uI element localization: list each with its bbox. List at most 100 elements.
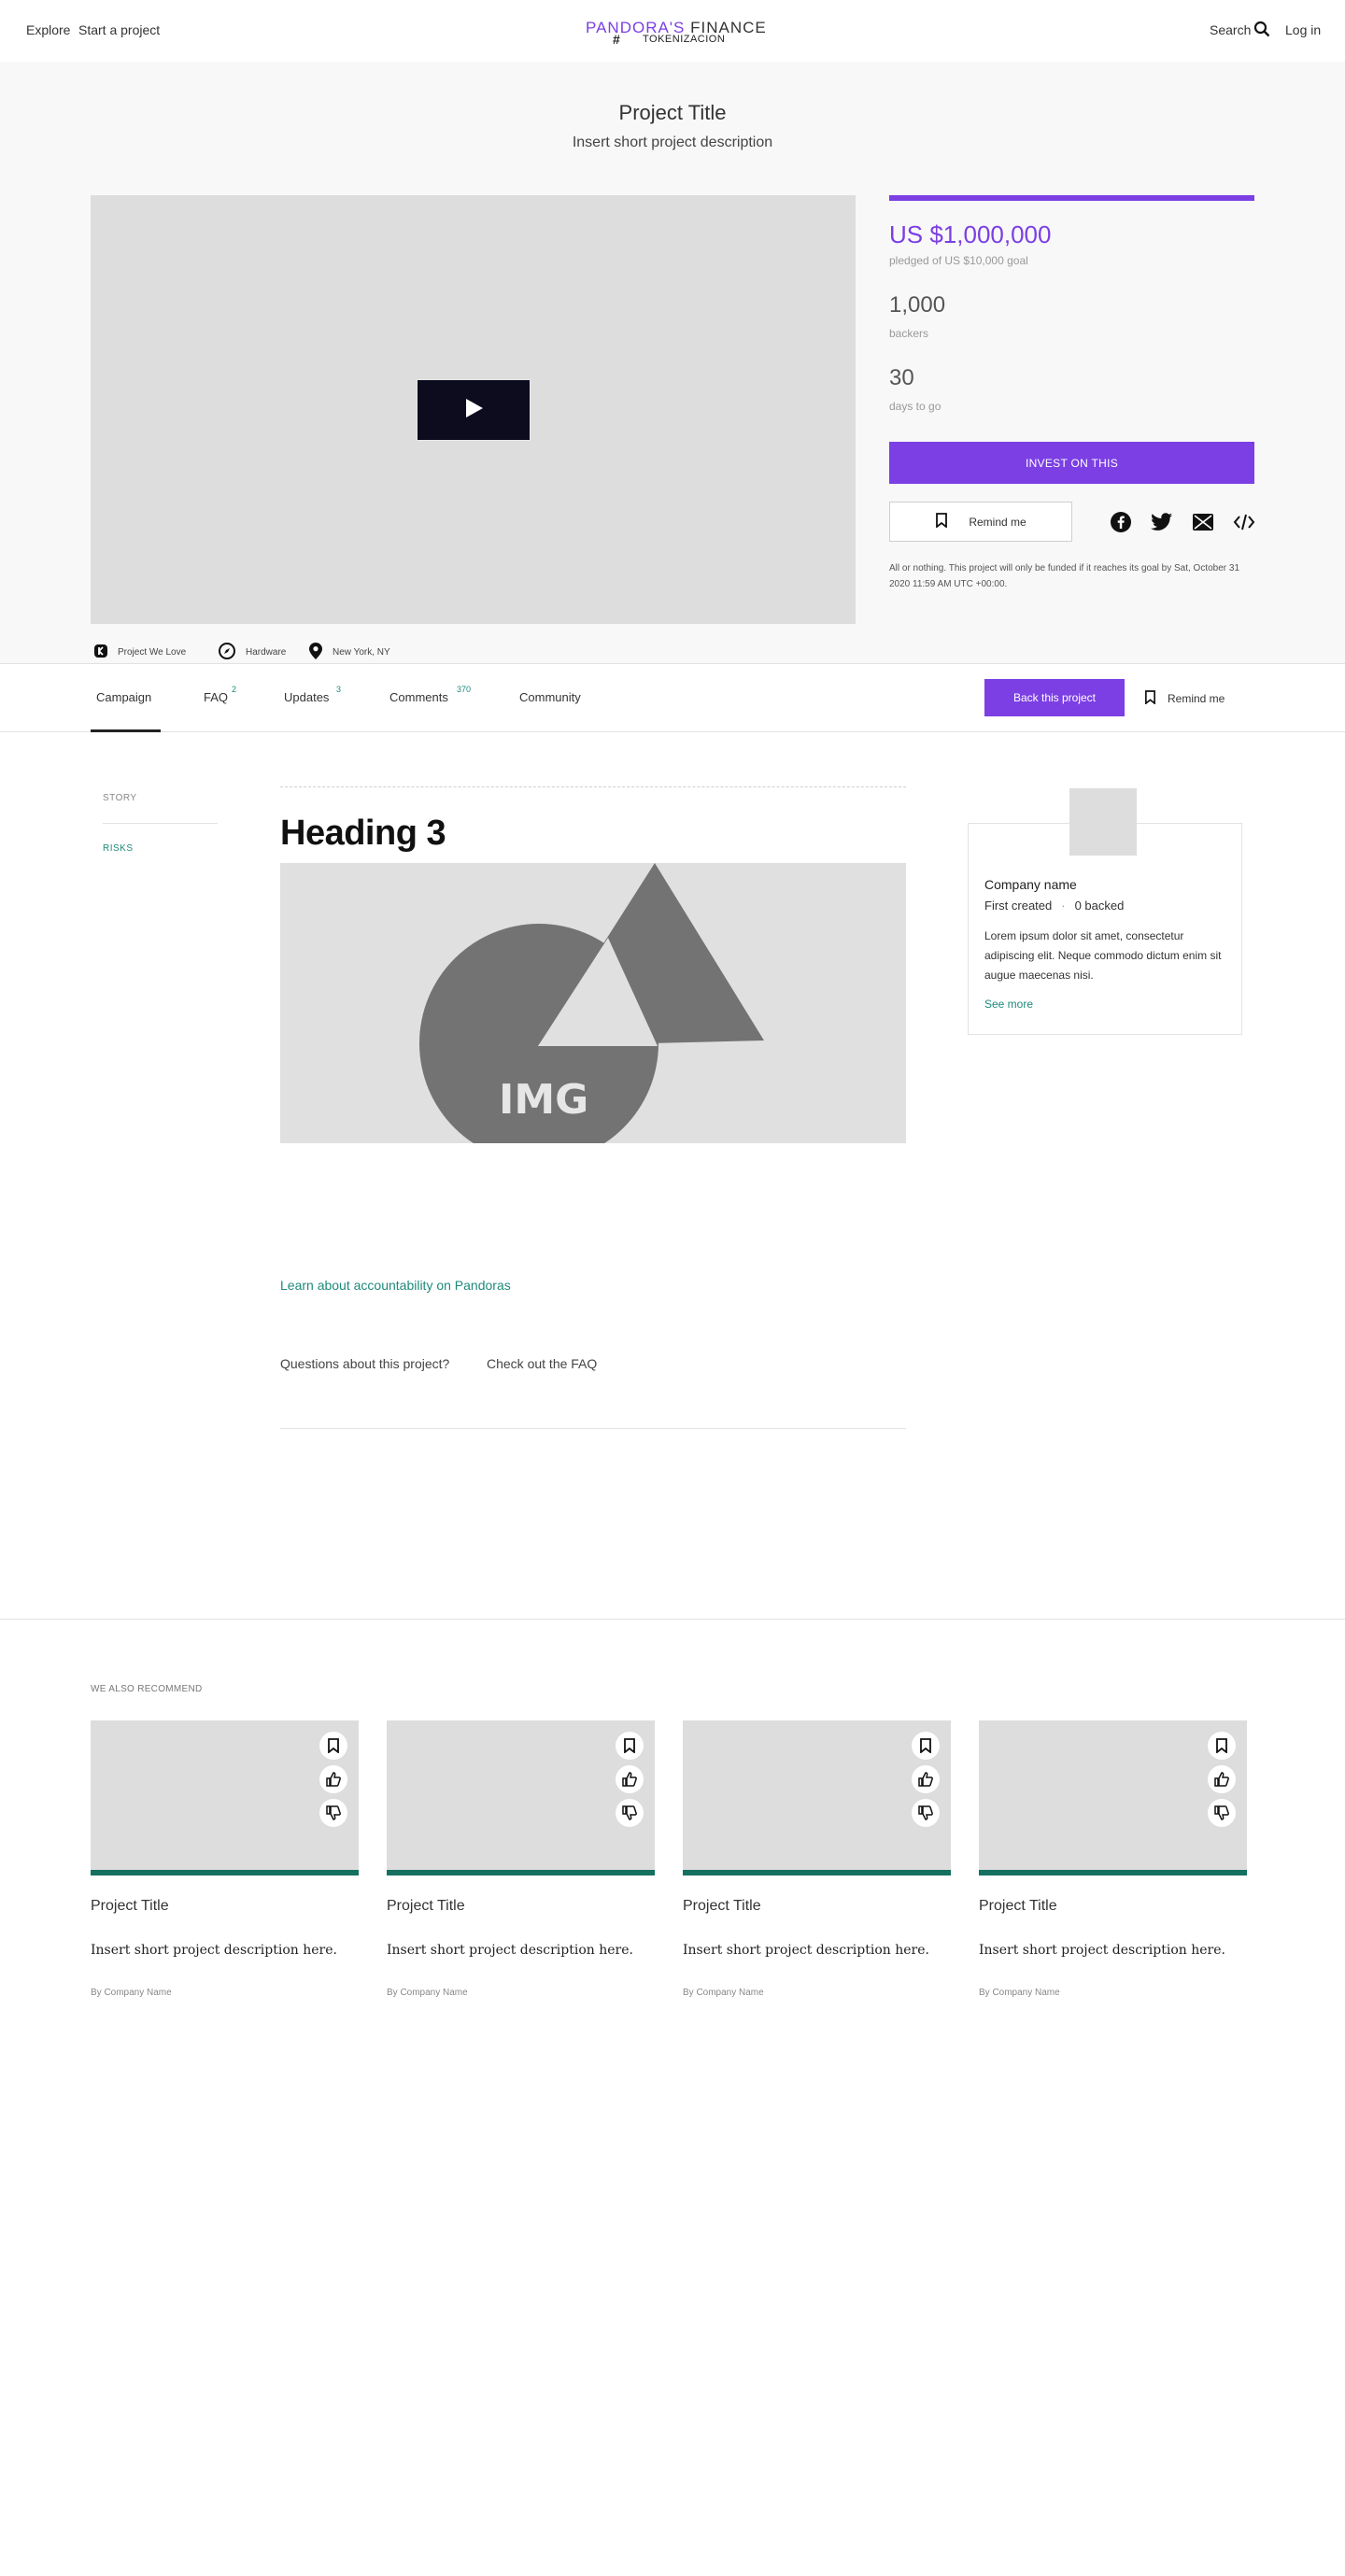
company-meta: First created · 0 backed	[984, 899, 1124, 913]
recommend-card-description: Insert short project description here.	[91, 1943, 337, 1958]
thumbs-up-icon[interactable]	[912, 1765, 940, 1793]
logo-subtitle: TOKENIZACION	[643, 34, 726, 45]
location-label: New York, NY	[333, 646, 390, 658]
bookmark-icon[interactable]	[319, 1732, 347, 1760]
thumbs-up-icon[interactable]	[1208, 1765, 1236, 1793]
tab-faq-label: FAQ	[204, 690, 229, 704]
faq-count: 2	[232, 685, 237, 694]
tab-updates-label: Updates	[284, 690, 330, 704]
recommend-card-title[interactable]: Project Title	[387, 1898, 465, 1915]
tab-comments[interactable]: Comments 370	[389, 685, 471, 704]
project-tab-bar: Campaign FAQ 2 Updates 3 Comments 370 Co…	[0, 663, 1345, 732]
company-description: Lorem ipsum dolor sit amet, consectetur …	[984, 929, 1222, 982]
location-tag[interactable]: New York, NY	[308, 642, 390, 663]
bookmark-icon[interactable]	[912, 1732, 940, 1760]
thumbs-up-icon[interactable]	[616, 1765, 644, 1793]
thumbs-down-icon[interactable]	[912, 1799, 940, 1827]
search-icon[interactable]	[1253, 21, 1270, 37]
thumbs-down-icon[interactable]	[319, 1799, 347, 1827]
active-tab-underline	[91, 729, 161, 732]
recommend-card-image	[91, 1720, 359, 1870]
bookmark-icon	[935, 513, 948, 531]
invest-button[interactable]: INVEST ON THIS	[889, 442, 1254, 484]
content-dotted-divider	[280, 786, 906, 787]
company-avatar	[1069, 788, 1137, 856]
bookmark-icon[interactable]	[1208, 1732, 1236, 1760]
comments-count: 370	[457, 685, 472, 694]
tab-comments-label: Comments	[389, 690, 448, 704]
img-label: IMG	[499, 1076, 589, 1124]
recommend-card-description: Insert short project description here.	[387, 1943, 633, 1958]
recommend-divider	[0, 1619, 1345, 1620]
pledged-goal: pledged of US $10,000 goal	[889, 254, 1028, 267]
backers-label: backers	[889, 327, 929, 340]
start-project-link[interactable]: Start a project	[78, 22, 160, 37]
recommend-card-title[interactable]: Project Title	[91, 1898, 169, 1915]
recommend-card-title[interactable]: Project Title	[979, 1898, 1057, 1915]
pledged-amount: US $1,000,000	[889, 220, 1052, 248]
location-pin-icon	[308, 642, 323, 663]
explore-link[interactable]: Explore	[26, 22, 70, 37]
tab-faq[interactable]: FAQ 2	[204, 685, 236, 704]
updates-count: 3	[336, 685, 342, 694]
logo-hash-icon: #	[613, 32, 620, 47]
funding-progress-bar	[889, 195, 1254, 201]
project-title: Project Title	[618, 101, 727, 124]
recommend-card-description: Insert short project description here.	[683, 1943, 929, 1958]
recommend-card-progress	[979, 1870, 1247, 1875]
compass-icon	[218, 642, 236, 663]
recommend-card-image	[387, 1720, 655, 1870]
kickstarter-k-icon	[93, 644, 108, 661]
tab-updates[interactable]: Updates 3	[284, 685, 341, 704]
company-name[interactable]: Company name	[984, 877, 1077, 892]
thumbs-down-icon[interactable]	[616, 1799, 644, 1827]
faq-link[interactable]: Check out the FAQ	[487, 1356, 597, 1371]
play-icon	[463, 398, 484, 423]
remind-me-link-label: Remind me	[1168, 692, 1225, 705]
facebook-icon[interactable]	[1110, 511, 1132, 533]
project-we-love-tag[interactable]: Project We Love	[93, 643, 186, 661]
thumbs-down-icon[interactable]	[1208, 1799, 1236, 1827]
funding-note: All or nothing. This project will only b…	[889, 563, 1240, 589]
recommend-card-description: Insert short project description here.	[979, 1943, 1225, 1958]
remind-me-link[interactable]: Remind me	[1144, 690, 1225, 707]
top-navbar: Explore Start a project PANDORA'S FINANC…	[0, 0, 1345, 62]
recommend-card-progress	[683, 1870, 951, 1875]
side-nav-divider	[103, 823, 218, 824]
embed-code-icon[interactable]	[1233, 511, 1255, 533]
thumbs-up-icon[interactable]	[319, 1765, 347, 1793]
project-description: Insert short project description	[572, 134, 773, 150]
back-project-button[interactable]: Back this project	[984, 679, 1125, 716]
play-button[interactable]	[417, 379, 531, 441]
remind-me-button[interactable]: Remind me	[889, 502, 1072, 542]
login-link[interactable]: Log in	[1285, 22, 1321, 37]
recommend-card-company[interactable]: By Company Name	[91, 1988, 172, 1998]
recommend-card-progress	[91, 1870, 359, 1875]
bookmark-icon	[1144, 690, 1156, 707]
tab-community[interactable]: Community	[519, 690, 581, 704]
see-more-link[interactable]: See more	[984, 998, 1033, 1011]
questions-text: Questions about this project?	[280, 1356, 450, 1371]
tab-campaign[interactable]: Campaign	[96, 690, 151, 704]
image-placeholder: IMG	[280, 863, 906, 1143]
side-nav-risks[interactable]: RISKS	[103, 843, 134, 854]
days-label: days to go	[889, 400, 942, 413]
bookmark-icon[interactable]	[616, 1732, 644, 1760]
backers-count: 1,000	[889, 292, 946, 318]
recommend-card-company[interactable]: By Company Name	[387, 1988, 468, 1998]
recommend-card-company[interactable]: By Company Name	[979, 1988, 1060, 1998]
side-nav-story[interactable]: STORY	[103, 793, 137, 803]
recommend-card-image	[683, 1720, 951, 1870]
category-tag[interactable]: Hardware	[218, 642, 286, 663]
email-icon[interactable]	[1192, 511, 1214, 533]
search-link[interactable]: Search	[1210, 22, 1251, 37]
recommend-card-title[interactable]: Project Title	[683, 1898, 761, 1915]
recommend-heading: WE ALSO RECOMMEND	[91, 1684, 203, 1694]
accountability-link[interactable]: Learn about accountability on Pandoras	[280, 1278, 511, 1293]
twitter-icon[interactable]	[1151, 511, 1173, 533]
project-we-love-label: Project We Love	[118, 646, 187, 658]
recommend-card-image	[979, 1720, 1247, 1870]
recommend-card-progress	[387, 1870, 655, 1875]
content-heading: Heading 3	[280, 814, 446, 853]
recommend-card-company[interactable]: By Company Name	[683, 1988, 764, 1998]
